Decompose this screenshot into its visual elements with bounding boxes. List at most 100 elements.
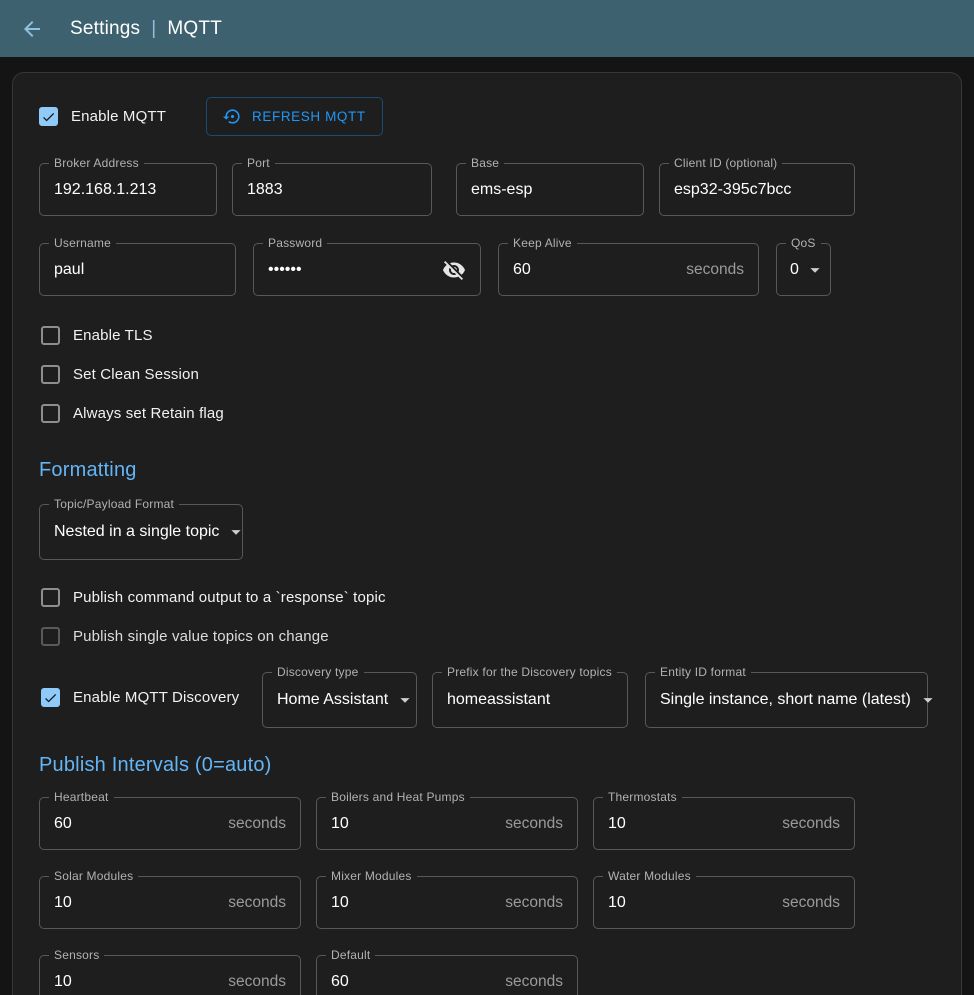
- connection-row-2: Username Password Keep Alive seconds QoS…: [39, 243, 947, 296]
- interval-sensors-field: Sensors seconds: [39, 955, 301, 995]
- interval-solar-field: Solar Modules seconds: [39, 876, 301, 929]
- discovery-row: Enable MQTT Discovery Discovery type Hom…: [41, 672, 947, 728]
- interval-water-field: Water Modules seconds: [593, 876, 855, 929]
- back-button[interactable]: [18, 15, 46, 43]
- interval-default-label: Default: [326, 948, 375, 962]
- check-icon: [43, 690, 58, 706]
- discovery-type-value: Home Assistant: [277, 691, 388, 709]
- page-title-settings: Settings: [70, 18, 140, 40]
- qos-label: QoS: [786, 236, 821, 250]
- enable-mqtt-checkbox-row[interactable]: Enable MQTT: [39, 107, 166, 126]
- interval-sensors-label: Sensors: [49, 948, 104, 962]
- interval-mixer-input[interactable]: [331, 894, 505, 912]
- base-field: Base: [456, 163, 644, 216]
- interval-heartbeat-field: Heartbeat seconds: [39, 797, 301, 850]
- retain-flag-checkbox[interactable]: [41, 404, 60, 423]
- discovery-prefix-field: Prefix for the Discovery topics: [432, 672, 628, 728]
- qos-field: QoS 0: [776, 243, 831, 296]
- enable-discovery-checkbox[interactable]: [41, 688, 60, 707]
- toggle-password-visibility-button[interactable]: [442, 258, 466, 282]
- interval-unit: seconds: [782, 894, 840, 912]
- enable-mqtt-label: Enable MQTT: [71, 108, 166, 125]
- keep-alive-label: Keep Alive: [508, 236, 577, 250]
- keep-alive-field: Keep Alive seconds: [498, 243, 759, 296]
- entity-format-field: Entity ID format Single instance, short …: [645, 672, 928, 728]
- interval-water-input[interactable]: [608, 894, 782, 912]
- clean-session-checkbox[interactable]: [41, 365, 60, 384]
- interval-unit: seconds: [228, 894, 286, 912]
- dropdown-caret-icon: [394, 689, 416, 711]
- topic-format-label: Topic/Payload Format: [49, 497, 179, 511]
- interval-default-field: Default seconds: [316, 955, 578, 995]
- single-value-checkbox[interactable]: [41, 627, 60, 646]
- port-field: Port: [232, 163, 432, 216]
- clean-session-label: Set Clean Session: [73, 366, 199, 383]
- single-value-checkbox-row[interactable]: Publish single value topics on change: [41, 617, 947, 656]
- broker-address-input[interactable]: [54, 181, 202, 199]
- connection-row-1: Broker Address Port Base Client ID (opti…: [39, 163, 947, 216]
- enable-mqtt-row: Enable MQTT REFRESH MQTT: [39, 97, 947, 136]
- discovery-prefix-input[interactable]: [447, 691, 613, 709]
- password-input[interactable]: [268, 261, 442, 279]
- retain-flag-checkbox-row[interactable]: Always set Retain flag: [41, 394, 947, 433]
- interval-boilers-label: Boilers and Heat Pumps: [326, 790, 470, 804]
- discovery-type-field: Discovery type Home Assistant: [262, 672, 417, 728]
- interval-thermostats-input[interactable]: [608, 815, 782, 833]
- check-icon: [41, 109, 56, 125]
- interval-heartbeat-input[interactable]: [54, 815, 228, 833]
- mqtt-settings-card: Enable MQTT REFRESH MQTT Broker Address …: [12, 72, 962, 995]
- enable-mqtt-checkbox[interactable]: [39, 107, 58, 126]
- interval-unit: seconds: [228, 815, 286, 833]
- dropdown-caret-icon: [225, 521, 247, 543]
- intervals-grid: Heartbeat seconds Boilers and Heat Pumps…: [39, 797, 859, 995]
- interval-unit: seconds: [782, 815, 840, 833]
- interval-mixer-label: Mixer Modules: [326, 869, 417, 883]
- client-id-input[interactable]: [674, 181, 840, 199]
- port-input[interactable]: [247, 181, 417, 199]
- enable-tls-checkbox[interactable]: [41, 326, 60, 345]
- interval-unit: seconds: [505, 894, 563, 912]
- interval-unit: seconds: [505, 973, 563, 991]
- single-value-label: Publish single value topics on change: [73, 628, 329, 645]
- base-input[interactable]: [471, 181, 629, 199]
- retain-flag-label: Always set Retain flag: [73, 405, 224, 422]
- topic-format-select[interactable]: Nested in a single topic: [39, 504, 243, 560]
- response-topic-checkbox-row[interactable]: Publish command output to a `response` t…: [41, 578, 947, 617]
- port-label: Port: [242, 156, 275, 170]
- qos-select[interactable]: 0: [776, 243, 831, 296]
- intervals-section-title: Publish Intervals (0=auto): [39, 754, 947, 777]
- entity-format-select[interactable]: Single instance, short name (latest): [645, 672, 928, 728]
- interval-default-input[interactable]: [331, 973, 505, 991]
- password-label: Password: [263, 236, 327, 250]
- dropdown-caret-icon: [917, 689, 939, 711]
- interval-boilers-field: Boilers and Heat Pumps seconds: [316, 797, 578, 850]
- client-id-label: Client ID (optional): [669, 156, 782, 170]
- enable-discovery-checkbox-row[interactable]: Enable MQTT Discovery: [41, 688, 248, 707]
- interval-boilers-input[interactable]: [331, 815, 505, 833]
- entity-format-value: Single instance, short name (latest): [660, 691, 911, 709]
- keep-alive-input[interactable]: [513, 261, 686, 279]
- username-input[interactable]: [54, 261, 221, 279]
- base-label: Base: [466, 156, 504, 170]
- formatting-section-title: Formatting: [39, 459, 947, 482]
- response-topic-label: Publish command output to a `response` t…: [73, 589, 386, 606]
- interval-unit: seconds: [505, 815, 563, 833]
- app-header: Settings | MQTT: [0, 0, 974, 57]
- dropdown-caret-icon: [804, 259, 826, 281]
- enable-tls-checkbox-row[interactable]: Enable TLS: [41, 316, 947, 355]
- refresh-mqtt-button-label: REFRESH MQTT: [252, 109, 366, 124]
- interval-sensors-input[interactable]: [54, 973, 228, 991]
- arrow-back-icon: [20, 17, 44, 41]
- formatting-checkboxes: Publish command output to a `response` t…: [41, 578, 947, 656]
- interval-solar-label: Solar Modules: [49, 869, 138, 883]
- clean-session-checkbox-row[interactable]: Set Clean Session: [41, 355, 947, 394]
- topic-format-value: Nested in a single topic: [54, 523, 219, 541]
- refresh-mqtt-button[interactable]: REFRESH MQTT: [206, 97, 383, 136]
- password-field: Password: [253, 243, 481, 296]
- interval-water-label: Water Modules: [603, 869, 696, 883]
- interval-solar-input[interactable]: [54, 894, 228, 912]
- response-topic-checkbox[interactable]: [41, 588, 60, 607]
- interval-heartbeat-label: Heartbeat: [49, 790, 114, 804]
- discovery-type-select[interactable]: Home Assistant: [262, 672, 417, 728]
- qos-value: 0: [790, 261, 799, 279]
